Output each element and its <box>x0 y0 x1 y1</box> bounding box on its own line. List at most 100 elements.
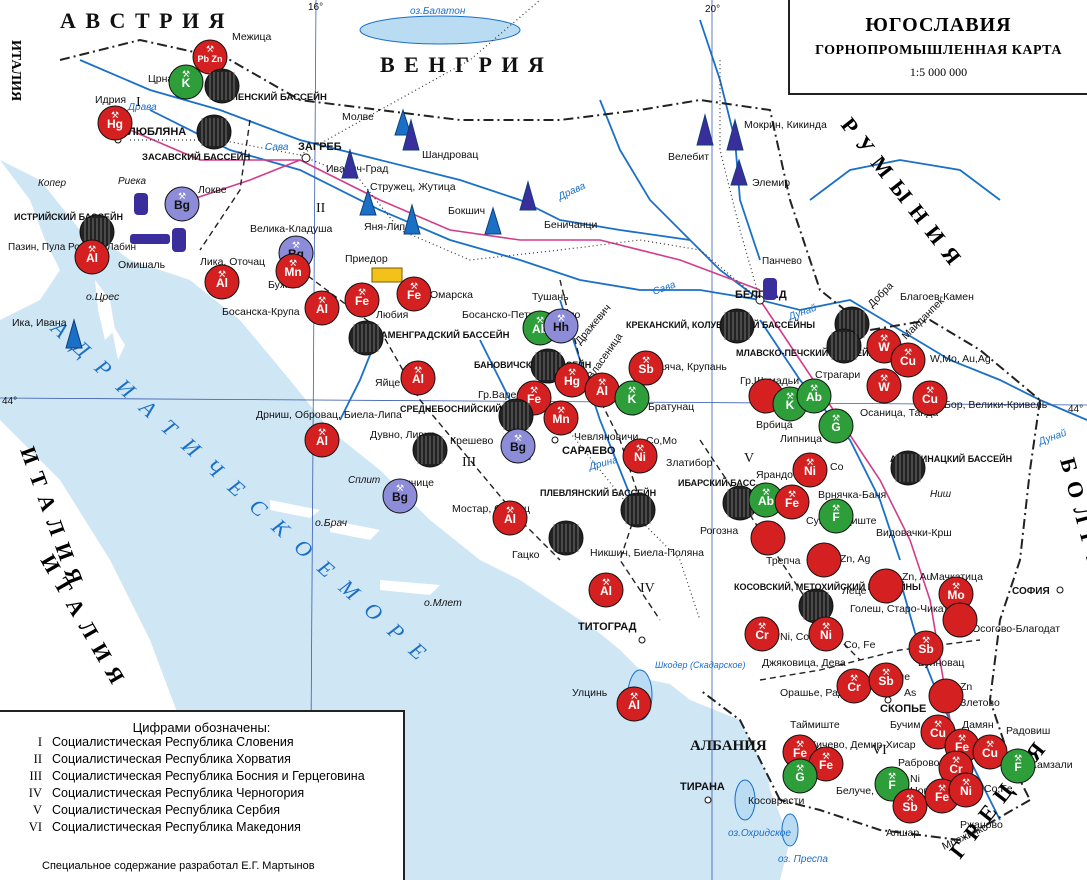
place-label: Межица <box>232 31 271 43</box>
town-split: Сплит <box>348 475 380 486</box>
place-label: Гацко <box>512 549 540 561</box>
legend-num: V <box>32 803 42 817</box>
country-hungary: В Е Н Г Р И Я <box>380 52 546 77</box>
place-label: Джяковица, Дева <box>762 657 846 669</box>
legend-num: II <box>33 752 42 766</box>
refinery-icon <box>130 234 170 244</box>
legend-text: Социалистическая Республика Черногория <box>52 786 305 800</box>
legend-item: V Социалистическая Республика Сербия <box>8 803 403 820</box>
label-prespa: оз. Преспа <box>778 854 828 865</box>
country-austria: А В С Т Р И Я <box>60 8 227 33</box>
place-label: Пазин, Пула Ровинь, Лабин <box>8 241 136 253</box>
city-ljubljana: ЛЮБЛЯНА <box>128 126 186 138</box>
mine-icon: ⚒ <box>206 44 214 54</box>
mine-icon: ⚒ <box>1014 753 1022 763</box>
mine-icon: ⚒ <box>506 505 514 515</box>
mine-icon: ⚒ <box>952 755 960 765</box>
mine-icon: ⚒ <box>788 489 796 499</box>
mine-icon: ⚒ <box>952 581 960 591</box>
deposit-marker <box>806 542 842 578</box>
legend-heading: Цифрами обозначены: <box>132 720 271 735</box>
mine-icon: ⚒ <box>410 281 418 291</box>
place-label: о.Црес <box>86 291 120 303</box>
mine-icon: ⚒ <box>111 110 119 120</box>
mine-icon: ⚒ <box>822 751 830 761</box>
place-label: Видовачки-Крш <box>876 527 952 539</box>
map: А В С Т Р И Я В Е Н Г Р И Я АЛБАНИЯ Р У … <box>0 0 1087 880</box>
legend-num: IV <box>28 786 42 800</box>
deposit-marker <box>750 520 786 556</box>
mine-icon: ⚒ <box>292 240 300 250</box>
country-albania: АЛБАНИЯ <box>690 738 767 754</box>
place-label: Шандровац <box>422 149 478 161</box>
place-label: Алшар <box>886 827 919 839</box>
mine-icon: ⚒ <box>318 427 326 437</box>
place-label: Тушань <box>532 291 569 303</box>
legend-item: IV Социалистическая Республика Черногория <box>8 786 403 803</box>
map-title: ЮГОСЛАВИЯ <box>865 14 1012 36</box>
republic-III: III <box>462 455 476 470</box>
lake-balaton <box>359 15 521 45</box>
place-label: Врнячка-Баня <box>818 489 886 501</box>
place-label: As <box>904 687 916 699</box>
mine-icon: ⚒ <box>806 457 814 467</box>
place-label: о.Млет <box>424 597 462 609</box>
place-label: Липница <box>780 433 822 445</box>
place-label: Ярандо <box>756 469 793 481</box>
refinery-icon <box>763 278 777 300</box>
place-label: ИБАРСКИЙ БАСС. <box>678 477 758 488</box>
place-label: о.Брач <box>315 517 348 529</box>
town-nish: Ниш <box>930 489 952 500</box>
mine-icon: ⚒ <box>318 295 326 305</box>
legend-num: III <box>29 769 43 783</box>
mine-icon: ⚒ <box>628 385 636 395</box>
mine-icon: ⚒ <box>758 621 766 631</box>
mine-icon: ⚒ <box>358 287 366 297</box>
mine-icon: ⚒ <box>218 269 226 279</box>
place-label: Улцинь <box>572 687 608 699</box>
place-label: Злетово <box>960 697 1000 709</box>
place-label: Элемир <box>752 177 790 189</box>
label-shkoder: Шкодер (Скадарское) <box>655 660 746 670</box>
city-skopje: СКОПЬЕ <box>880 703 926 715</box>
mine-icon: ⚒ <box>514 433 522 443</box>
mine-icon: ⚒ <box>530 385 538 395</box>
label-ohrid: оз.Охридское <box>728 828 791 839</box>
lat44-west-label: 44° <box>2 396 17 407</box>
legend-text: Социалистическая Республика Словения <box>52 735 294 749</box>
place-label: Молве <box>342 111 374 123</box>
mine-icon: ⚒ <box>882 667 890 677</box>
mine-icon: ⚒ <box>810 383 818 393</box>
place-label: Стружец, Жутица <box>370 181 456 193</box>
mine-icon: ⚒ <box>880 373 888 383</box>
lon20-label: 20° <box>705 4 720 15</box>
place-label: Локве <box>198 184 227 196</box>
place-label: Чевляновичи <box>574 431 639 443</box>
place-label: Co,Fe <box>984 783 1013 795</box>
label-sava: Сава <box>265 142 289 153</box>
republic-IV: IV <box>640 581 655 596</box>
mine-icon: ⚒ <box>938 783 946 793</box>
legend-item: VI Социалистическая Республика Македония <box>8 820 403 837</box>
mine-icon: ⚒ <box>958 733 966 743</box>
place-label: Бор, Велики-Кривель <box>944 399 1048 411</box>
mine-icon: ⚒ <box>822 621 830 631</box>
refinery-icon <box>172 228 186 252</box>
mine-icon: ⚒ <box>414 365 422 375</box>
place-label: Омарска <box>430 289 473 301</box>
place-label: Zn, Ag <box>840 553 871 565</box>
mine-icon: ⚒ <box>926 385 934 395</box>
refinery-icon <box>134 193 148 215</box>
mine-icon: ⚒ <box>536 315 544 325</box>
mine-icon: ⚒ <box>762 487 770 497</box>
map-scale: 1:5 000 000 <box>909 65 968 79</box>
place-label: Ni, Co <box>780 631 809 643</box>
legend-item: II Социалистическая Республика Хорватия <box>8 752 403 769</box>
legend-num: I <box>37 735 42 749</box>
mine-icon: ⚒ <box>832 503 840 513</box>
place-label: Co <box>830 461 844 473</box>
place-label: Никшич, Биела-Поляна <box>590 547 704 559</box>
legend-text: Социалистическая Республика Сербия <box>52 803 280 817</box>
legend-text: Социалистическая Республика Хорватия <box>52 752 291 766</box>
lat44-east-label: 44° <box>1068 404 1083 415</box>
